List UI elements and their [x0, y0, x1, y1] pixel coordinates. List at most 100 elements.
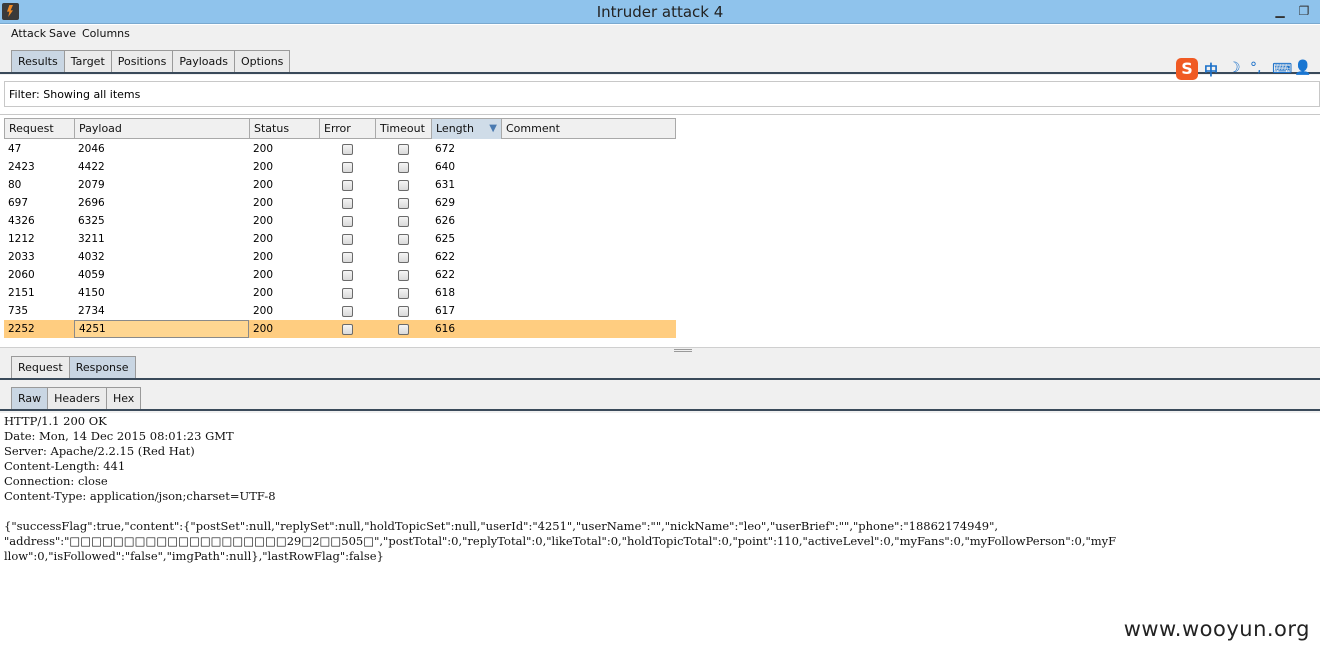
splitter-grip-icon[interactable]: [674, 349, 692, 352]
cell-request: 4326: [8, 215, 35, 227]
watermark: www.wooyun.org: [1123, 617, 1310, 641]
cell-length: 631: [435, 179, 456, 191]
error-checkbox[interactable]: [342, 162, 353, 173]
tab-positions[interactable]: Positions: [110, 50, 174, 73]
response-line: {"successFlag":true,"content":{"postSet"…: [4, 519, 999, 533]
menu-columns[interactable]: Columns: [82, 27, 130, 40]
detail-tabs: Request Response: [11, 356, 136, 379]
tab-target[interactable]: Target: [63, 50, 112, 73]
timeout-checkbox[interactable]: [398, 252, 409, 263]
cell-length: 622: [435, 269, 456, 281]
punctuation-icon[interactable]: °,: [1250, 60, 1261, 76]
cell-request: 2252: [8, 323, 35, 335]
table-row[interactable]: 2151 4150 200 618: [4, 284, 676, 302]
cell-payload: 4251: [74, 320, 249, 338]
response-line: Date: Mon, 14 Dec 2015 08:01:23 GMT: [4, 429, 234, 443]
minimize-icon[interactable]: ▁: [1273, 4, 1287, 18]
results-table: Request Payload Status Error Timeout Len…: [4, 118, 676, 344]
timeout-checkbox[interactable]: [398, 180, 409, 191]
error-checkbox[interactable]: [342, 270, 353, 281]
main-tabs: Results Target Positions Payloads Option…: [11, 50, 291, 73]
cell-status: 200: [253, 215, 274, 227]
cell-request: 2423: [8, 161, 35, 173]
cell-status: 200: [253, 143, 274, 155]
table-row[interactable]: 80 2079 200 631: [4, 176, 676, 194]
tab-response[interactable]: Response: [68, 356, 136, 379]
cell-payload: 2734: [78, 305, 105, 317]
error-checkbox[interactable]: [342, 324, 353, 335]
cell-payload: 6325: [78, 215, 105, 227]
timeout-checkbox[interactable]: [398, 144, 409, 155]
cell-status: 200: [253, 251, 274, 263]
cell-status: 200: [253, 179, 274, 191]
moon-icon[interactable]: ☽: [1228, 60, 1241, 76]
error-checkbox[interactable]: [342, 234, 353, 245]
table-row[interactable]: 1212 3211 200 625: [4, 230, 676, 248]
col-payload[interactable]: Payload: [75, 119, 250, 139]
table-row[interactable]: 2060 4059 200 622: [4, 266, 676, 284]
col-request[interactable]: Request: [5, 119, 75, 139]
col-timeout[interactable]: Timeout: [376, 119, 432, 139]
restore-icon[interactable]: ❐: [1297, 4, 1311, 18]
cell-length: 672: [435, 143, 456, 155]
table-row[interactable]: 47 2046 200 672: [4, 140, 676, 158]
response-line: Content-Type: application/json;charset=U…: [4, 489, 276, 503]
col-comment[interactable]: Comment: [502, 119, 676, 139]
user-icon[interactable]: 👤: [1294, 60, 1311, 76]
timeout-checkbox[interactable]: [398, 198, 409, 209]
cell-request: 2060: [8, 269, 35, 281]
timeout-checkbox[interactable]: [398, 162, 409, 173]
table-row[interactable]: 4326 6325 200 626: [4, 212, 676, 230]
filter-bar[interactable]: Filter: Showing all items: [4, 81, 1320, 107]
title-bar: Intruder attack 4 ▁ ❐: [0, 0, 1320, 24]
table-row[interactable]: 2423 4422 200 640: [4, 158, 676, 176]
error-checkbox[interactable]: [342, 306, 353, 317]
cell-status: 200: [253, 305, 274, 317]
table-row[interactable]: 735 2734 200 617: [4, 302, 676, 320]
timeout-checkbox[interactable]: [398, 306, 409, 317]
cell-status: 200: [253, 287, 274, 299]
tab-headers[interactable]: Headers: [47, 387, 107, 410]
cell-payload: 4422: [78, 161, 105, 173]
cell-status: 200: [253, 269, 274, 281]
error-checkbox[interactable]: [342, 252, 353, 263]
cell-length: 618: [435, 287, 456, 299]
col-status[interactable]: Status: [250, 119, 320, 139]
tab-hex[interactable]: Hex: [105, 387, 142, 410]
response-line: Server: Apache/2.2.15 (Red Hat): [4, 444, 195, 458]
error-checkbox[interactable]: [342, 180, 353, 191]
cell-length: 616: [435, 323, 456, 335]
timeout-checkbox[interactable]: [398, 216, 409, 227]
tab-raw[interactable]: Raw: [11, 387, 49, 410]
tab-request[interactable]: Request: [11, 356, 70, 379]
table-row[interactable]: 2033 4032 200 622: [4, 248, 676, 266]
col-error[interactable]: Error: [320, 119, 376, 139]
timeout-checkbox[interactable]: [398, 288, 409, 299]
table-row[interactable]: 697 2696 200 629: [4, 194, 676, 212]
menu-attack[interactable]: Attack: [11, 27, 46, 40]
tab-results[interactable]: Results: [11, 50, 65, 73]
cell-payload: 2079: [78, 179, 105, 191]
timeout-checkbox[interactable]: [398, 324, 409, 335]
tab-options[interactable]: Options: [233, 50, 291, 73]
timeout-checkbox[interactable]: [398, 270, 409, 281]
keyboard-icon[interactable]: ⌨: [1272, 61, 1292, 77]
view-divider: [0, 409, 1320, 411]
tab-payloads[interactable]: Payloads: [172, 50, 235, 73]
response-raw-text[interactable]: HTTP/1.1 200 OK Date: Mon, 14 Dec 2015 08…: [4, 413, 1320, 660]
cell-payload: 4059: [78, 269, 105, 281]
timeout-checkbox[interactable]: [398, 234, 409, 245]
col-length[interactable]: Length ▼: [432, 119, 502, 139]
error-checkbox[interactable]: [342, 144, 353, 155]
sogou-logo-icon[interactable]: S: [1176, 58, 1198, 80]
error-checkbox[interactable]: [342, 216, 353, 227]
error-checkbox[interactable]: [342, 198, 353, 209]
table-row[interactable]: 2252 4251 200 616: [4, 320, 676, 338]
error-checkbox[interactable]: [342, 288, 353, 299]
response-line: HTTP/1.1 200 OK: [4, 414, 107, 428]
menu-bar: Attack Save Columns: [0, 25, 1320, 45]
cell-request: 697: [8, 197, 29, 209]
menu-save[interactable]: Save: [49, 27, 76, 40]
filter-label: Filter: Showing all items: [9, 88, 141, 101]
chinese-mode-icon[interactable]: 中: [1204, 60, 1218, 80]
